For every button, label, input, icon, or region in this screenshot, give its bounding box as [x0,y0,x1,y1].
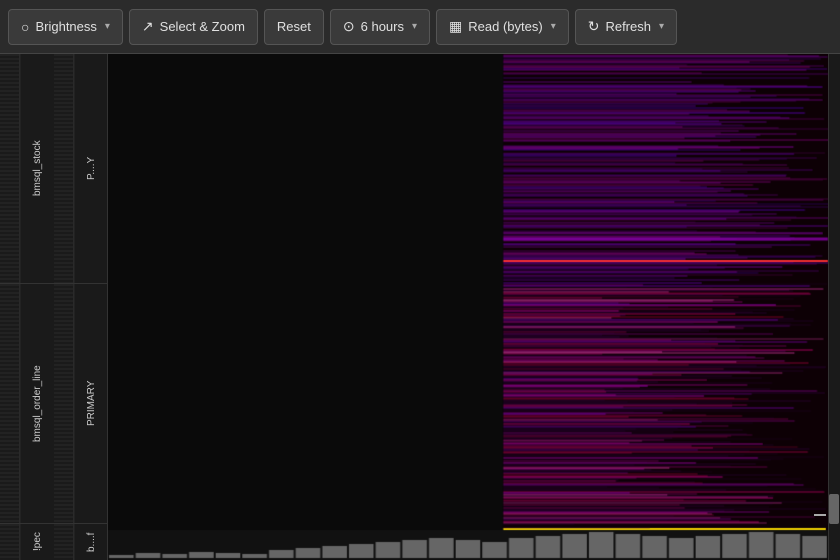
read-bytes-label: Read (bytes) [468,19,542,34]
row-group-3: !pec b....f [0,524,107,560]
refresh-button[interactable]: ↻ Refresh ▾ [575,9,677,45]
labels-panel: bmsql_stock P....Y bmsql_order_line PRIM… [0,54,108,560]
brightness-button[interactable]: ○ Brightness ▾ [8,9,123,45]
stripe-col-5 [0,524,20,560]
row-group-1: bmsql_stock P....Y [0,54,107,284]
brightness-icon: ○ [21,19,29,35]
label-bmsql-order-line: bmsql_order_line [20,284,54,523]
toolbar: ○ Brightness ▾ ↗ Select & Zoom Reset ⊙ 6… [0,0,840,54]
cursor-indicator [814,514,826,516]
read-bytes-button[interactable]: ▦ Read (bytes) ▾ [436,9,569,45]
stripe-col-6 [54,524,74,560]
reset-button[interactable]: Reset [264,9,324,45]
refresh-label: Refresh [605,19,651,34]
clock-icon: ⊙ [343,18,355,35]
hours-chevron-icon: ▾ [412,21,417,32]
stripe-col-2 [54,54,74,283]
refresh-chevron-icon: ▾ [659,21,664,32]
brightness-label: Brightness [35,19,96,34]
label-p-y: P....Y [74,54,108,283]
label-bmsql-stock: bmsql_stock [20,54,54,283]
stripe-col-4 [54,284,74,523]
label-b-f: b....f [74,524,108,560]
hours-button[interactable]: ⊙ 6 hours ▾ [330,9,430,45]
refresh-icon: ↻ [588,18,600,35]
label-primary: PRIMARY [74,284,108,523]
select-zoom-button[interactable]: ↗ Select & Zoom [129,9,258,45]
reset-label: Reset [277,19,311,34]
read-bytes-chevron-icon: ▾ [551,21,556,32]
chart-area[interactable] [108,54,840,560]
brightness-chevron-icon: ▾ [105,21,110,32]
stripe-col-1 [0,54,20,283]
row-group-2: bmsql_order_line PRIMARY [0,284,107,524]
scrollbar-thumb[interactable] [829,494,839,524]
select-zoom-icon: ↗ [142,18,154,35]
chart-icon: ▦ [449,18,462,35]
hours-label: 6 hours [361,19,404,34]
label-pec: !pec [20,524,54,560]
heatmap-canvas [108,54,840,560]
stripe-col-3 [0,284,20,523]
scrollbar[interactable] [828,54,840,560]
select-zoom-label: Select & Zoom [160,19,245,34]
main-view: bmsql_stock P....Y bmsql_order_line PRIM… [0,54,840,560]
